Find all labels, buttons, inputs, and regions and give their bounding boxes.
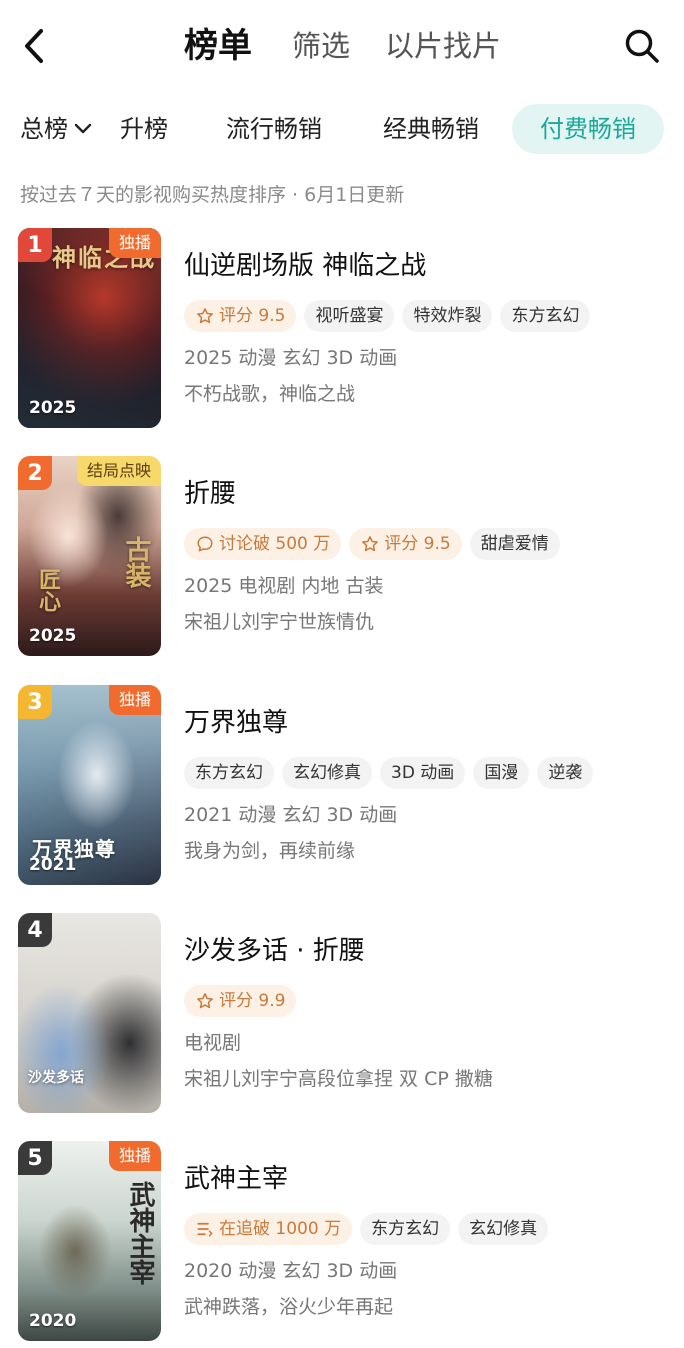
back-button[interactable] xyxy=(14,24,54,68)
list-item[interactable]: 万界独尊 3 独播 2021 万界独尊 东方玄幻 玄幻修真 3D 动画 国漫 逆… xyxy=(0,685,684,885)
rank-badge: 2 xyxy=(18,456,52,490)
finale-preview-badge: 结局点映 xyxy=(76,456,161,486)
rank-badge: 3 xyxy=(18,685,52,719)
category-popular-sales[interactable]: 流行畅销 xyxy=(226,104,322,154)
tag-list: 东方玄幻 玄幻修真 3D 动画 国漫 逆袭 xyxy=(184,757,664,789)
discussion-tag-label: 讨论破 500 万 xyxy=(219,534,331,554)
item-title[interactable]: 仙逆剧场版 神临之战 xyxy=(184,246,664,286)
rating-tag: 评分 9.5 xyxy=(184,300,297,332)
item-meta: 电视剧 xyxy=(184,1032,242,1054)
item-meta: 2020 动漫 玄幻 3D 动画 xyxy=(184,1260,398,1282)
exclusive-badge: 独播 xyxy=(108,228,161,258)
list-item[interactable]: 沙发多话 4 沙发多话 · 折腰 评分 9.9 电视剧 宋祖儿刘宇宁高段位拿捏 … xyxy=(0,913,684,1113)
item-description: 宋祖儿刘宇宁高段位拿捏 双 CP 撒糖 xyxy=(184,1068,493,1090)
item-description: 不朽战歌，神临之战 xyxy=(184,383,356,405)
search-button[interactable] xyxy=(620,24,664,68)
tag-list: 在追破 1000 万 东方玄幻 玄幻修真 xyxy=(184,1213,664,1245)
genre-tag: 玄幻修真 xyxy=(282,757,372,789)
genre-tag: 东方玄幻 xyxy=(360,1213,451,1245)
category-rising[interactable]: 升榜 xyxy=(120,104,168,154)
genre-tag: 逆袭 xyxy=(537,757,594,789)
poster-image[interactable]: 武神主宰 5 独播 2020 xyxy=(18,1141,161,1341)
rank-badge: 5 xyxy=(18,1141,52,1175)
top-navigation-bar: 榜单 筛选 以片找片 xyxy=(0,0,684,92)
poster-image[interactable]: 万界独尊 3 独播 2021 xyxy=(18,685,161,885)
genre-tag: 国漫 xyxy=(473,757,530,789)
genre-tag: 甜虐爱情 xyxy=(469,528,560,560)
rank-badge: 4 xyxy=(18,913,52,947)
item-title[interactable]: 折腰 xyxy=(184,474,664,514)
exclusive-badge: 独播 xyxy=(108,685,161,715)
list-item[interactable]: 神临之战 1 独播 2025 仙逆剧场版 神临之战 评分 9.5 视听盛宴 特效… xyxy=(0,228,684,428)
tag-list: 评分 9.9 xyxy=(184,985,664,1017)
genre-tag: 玄幻修真 xyxy=(458,1213,549,1245)
chevron-down-icon xyxy=(74,123,92,134)
exclusive-badge: 独播 xyxy=(108,1141,161,1171)
chevron-left-icon xyxy=(25,29,43,63)
rating-tag-label: 评分 9.9 xyxy=(219,991,286,1011)
rating-tag-label: 评分 9.5 xyxy=(219,306,286,326)
star-icon xyxy=(195,306,215,326)
item-meta: 2021 动漫 玄幻 3D 动画 xyxy=(184,804,398,826)
item-description: 我身为剑，再续前缘 xyxy=(184,840,356,862)
following-tag: 在追破 1000 万 xyxy=(184,1213,353,1245)
category-classic-sales[interactable]: 经典畅销 xyxy=(383,104,479,154)
item-title[interactable]: 武神主宰 xyxy=(184,1159,664,1199)
category-overall-label: 总榜 xyxy=(20,115,68,143)
poster-year: 2020 xyxy=(29,1311,77,1331)
rating-tag: 评分 9.9 xyxy=(184,985,297,1017)
item-description: 宋祖儿刘宇宁世族情仇 xyxy=(184,611,375,633)
item-meta: 2025 电视剧 内地 古装 xyxy=(184,575,384,597)
chat-bubble-icon xyxy=(195,534,215,554)
poster-title-art: 沙发多话 xyxy=(28,1070,84,1086)
rating-tag-label: 评分 9.5 xyxy=(384,534,451,554)
list-icon xyxy=(195,1219,215,1239)
discussion-tag: 讨论破 500 万 xyxy=(184,528,342,560)
tag-list: 评分 9.5 视听盛宴 特效炸裂 东方玄幻 xyxy=(184,300,664,332)
ranking-description: 按过去７天的影视购买热度排序 · 6月1日更新 xyxy=(20,184,405,206)
star-icon xyxy=(195,991,215,1011)
list-item[interactable]: 古装 匠心 2 结局点映 2025 折腰 讨论破 500 万 评分 9.5 甜虐… xyxy=(0,456,684,656)
category-tabs: 总榜 升榜 流行畅销 经典畅销 付费畅销 xyxy=(0,104,684,158)
rank-badge: 1 xyxy=(18,228,52,262)
tab-ranking[interactable]: 榜单 xyxy=(184,20,252,72)
poster-image[interactable]: 古装 匠心 2 结局点映 2025 xyxy=(18,456,161,656)
genre-tag: 特效炸裂 xyxy=(402,300,493,332)
item-description: 武神跌落，浴火少年再起 xyxy=(184,1296,394,1318)
poster-year: 2025 xyxy=(29,398,77,418)
genre-tag: 视听盛宴 xyxy=(304,300,395,332)
tab-filter[interactable]: 筛选 xyxy=(292,20,350,72)
poster-year: 2021 xyxy=(29,855,77,875)
poster-title-art: 古装 xyxy=(121,536,151,588)
category-overall[interactable]: 总榜 xyxy=(20,104,92,154)
genre-tag: 东方玄幻 xyxy=(500,300,591,332)
item-title[interactable]: 万界独尊 xyxy=(184,703,664,743)
star-icon xyxy=(360,534,380,554)
poster-year: 2025 xyxy=(29,626,77,646)
search-icon xyxy=(625,29,659,63)
item-meta: 2025 动漫 玄幻 3D 动画 xyxy=(184,347,398,369)
genre-tag: 东方玄幻 xyxy=(184,757,274,789)
tab-find-by-movie[interactable]: 以片找片 xyxy=(385,20,501,72)
item-title[interactable]: 沙发多话 · 折腰 xyxy=(184,931,664,971)
tag-list: 讨论破 500 万 评分 9.5 甜虐爱情 xyxy=(184,528,664,560)
list-item[interactable]: 武神主宰 5 独播 2020 武神主宰 在追破 1000 万 东方玄幻 玄幻修真… xyxy=(0,1141,684,1341)
poster-title-art: 武神主宰 xyxy=(125,1181,155,1285)
poster-title-art: 匠心 xyxy=(35,568,61,612)
poster-image[interactable]: 沙发多话 4 xyxy=(18,913,161,1113)
rating-tag: 评分 9.5 xyxy=(349,528,462,560)
category-paid-sales[interactable]: 付费畅销 xyxy=(512,104,664,154)
following-tag-label: 在追破 1000 万 xyxy=(219,1219,342,1239)
genre-tag: 3D 动画 xyxy=(380,757,466,789)
poster-image[interactable]: 神临之战 1 独播 2025 xyxy=(18,228,161,428)
